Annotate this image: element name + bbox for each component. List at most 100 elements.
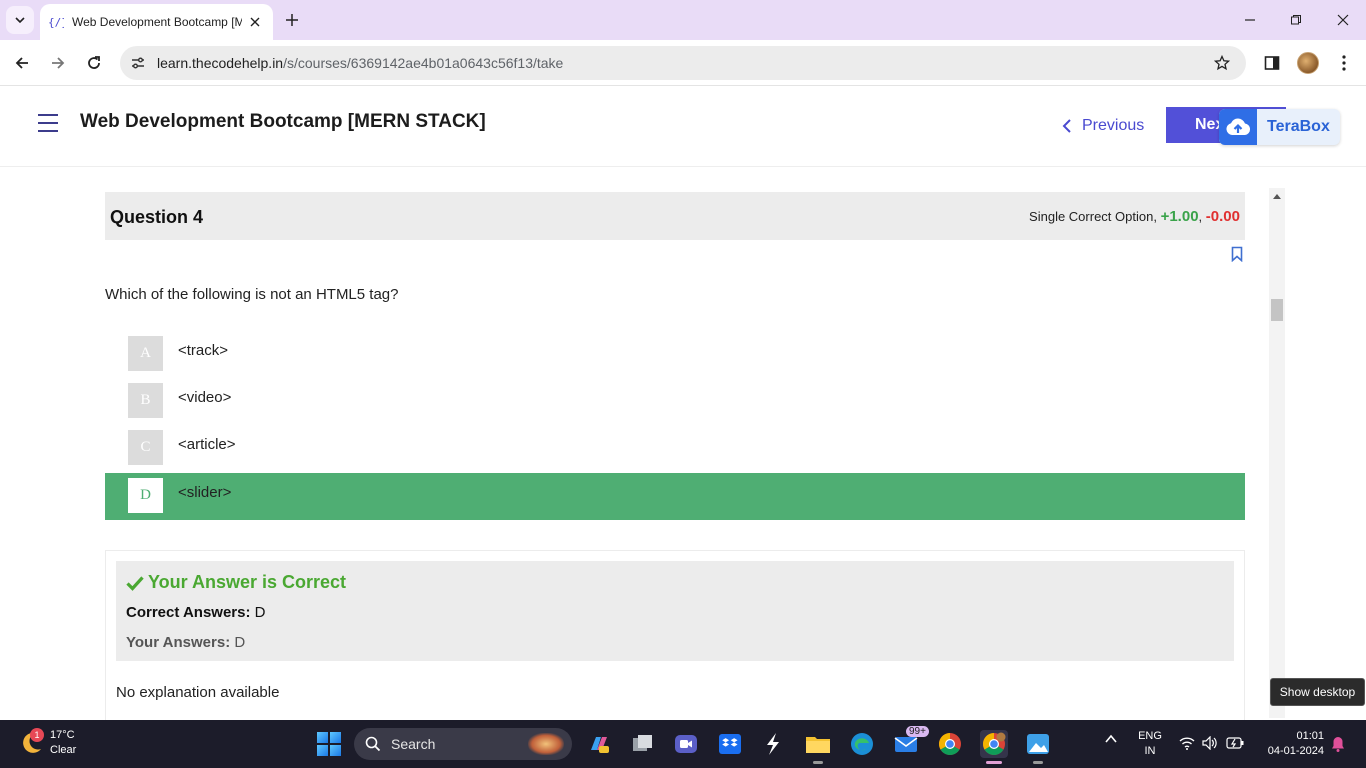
avatar xyxy=(1297,52,1319,74)
sidepanel-icon xyxy=(1264,56,1280,70)
task-view-icon[interactable] xyxy=(629,730,657,758)
positive-marks: +1.00 xyxy=(1160,208,1199,225)
question-header: Question 4 Single Correct Option, +1.00,… xyxy=(105,192,1245,240)
marking-type: Single Correct Option, xyxy=(1029,209,1157,224)
kebab-menu-icon xyxy=(1342,55,1346,71)
content-scrollbar[interactable] xyxy=(1269,188,1285,718)
weather-text: 17°C Clear xyxy=(50,728,76,758)
profile-button[interactable] xyxy=(1297,52,1319,74)
negative-marks: -0.00 xyxy=(1205,208,1240,225)
reload-button[interactable] xyxy=(82,51,106,75)
chrome-icon[interactable] xyxy=(936,730,964,758)
chrome-profile-icon[interactable] xyxy=(980,730,1008,764)
svg-text:{/}: {/} xyxy=(48,16,64,29)
show-hidden-icons[interactable] xyxy=(1104,732,1118,749)
bookmark-star-button[interactable] xyxy=(1212,53,1232,73)
edge-icon[interactable] xyxy=(848,730,876,758)
site-settings-icon[interactable] xyxy=(128,53,148,73)
option-text: <slider> xyxy=(178,484,232,501)
browser-tabstrip: {/} Web Development Bootcamp [M xyxy=(0,0,1366,40)
option-letter: A xyxy=(128,336,163,371)
chevron-left-icon xyxy=(1062,119,1071,133)
side-panel-button[interactable] xyxy=(1261,52,1283,74)
previous-button[interactable]: Previous xyxy=(1062,114,1144,138)
your-answers-value: D xyxy=(234,634,246,651)
option-text: <video> xyxy=(178,389,232,406)
explanation-text: No explanation available xyxy=(116,684,280,701)
maximize-icon xyxy=(1291,15,1301,25)
new-tab-button[interactable] xyxy=(282,10,302,30)
file-explorer-icon[interactable] xyxy=(804,730,832,764)
clock-time: 01:01 xyxy=(1296,730,1324,742)
search-highlight-icon xyxy=(528,733,564,755)
answer-result: Your Answer is Correct Correct Answers: … xyxy=(105,550,1245,720)
close-icon[interactable] xyxy=(247,14,263,30)
option-d[interactable]: D <slider> xyxy=(105,473,1245,520)
close-icon xyxy=(1337,14,1349,26)
question-title: Question 4 xyxy=(110,207,204,227)
terabox-widget[interactable]: TeraBox xyxy=(1219,109,1340,145)
hamburger-icon[interactable] xyxy=(38,114,58,132)
course-header: Web Development Bootcamp [MERN STACK] Pr… xyxy=(0,87,1366,167)
plus-icon xyxy=(286,14,298,26)
tab-search-button[interactable] xyxy=(6,6,34,34)
option-letter: C xyxy=(128,430,163,465)
taskbar-search[interactable]: Search xyxy=(354,728,572,760)
photos-icon[interactable] xyxy=(1024,730,1052,764)
option-letter: B xyxy=(128,383,163,418)
browser-menu-button[interactable] xyxy=(1333,52,1355,74)
dropbox-icon[interactable] xyxy=(716,730,744,758)
taskbar-clock[interactable]: 01:01 04-01-2024 xyxy=(1258,729,1324,759)
result-status: Your Answer is Correct xyxy=(126,572,346,593)
scroll-up-arrow-icon[interactable] xyxy=(1269,188,1285,204)
option-a[interactable]: A <track> xyxy=(105,331,1245,378)
clock-date: 04-01-2024 xyxy=(1267,745,1324,757)
language-top: ENG xyxy=(1138,730,1162,742)
browser-toolbar: learn.thecodehelp.in/s/courses/6369142ae… xyxy=(0,40,1366,86)
course-title: Web Development Bootcamp [MERN STACK] xyxy=(80,111,486,132)
back-arrow-icon xyxy=(15,57,28,69)
correct-answers-row: Correct Answers: D xyxy=(126,604,266,621)
search-icon xyxy=(365,736,381,752)
scrollbar-thumb[interactable] xyxy=(1271,299,1283,321)
windows-start-icon[interactable] xyxy=(317,732,341,756)
star-icon xyxy=(1214,55,1230,71)
close-window-button[interactable] xyxy=(1333,10,1353,30)
chevron-down-icon xyxy=(15,17,25,24)
running-indicator xyxy=(986,761,1002,764)
check-icon xyxy=(126,575,144,591)
weather-desc: Clear xyxy=(50,744,77,756)
option-c[interactable]: C <article> xyxy=(105,425,1245,472)
question-content: Question 4 Single Correct Option, +1.00,… xyxy=(0,168,1366,720)
language-indicator[interactable]: ENG IN xyxy=(1138,729,1162,759)
teams-meet-icon[interactable] xyxy=(672,730,700,758)
maximize-button[interactable] xyxy=(1286,10,1306,30)
mail-icon[interactable]: 99+ xyxy=(892,726,929,758)
mail-badge: 99+ xyxy=(906,726,929,737)
bookmark-icon[interactable] xyxy=(1230,246,1244,262)
moon-icon: 1 xyxy=(18,728,44,756)
forward-button[interactable] xyxy=(46,51,70,75)
sublime-like-icon[interactable] xyxy=(759,730,787,758)
previous-label: Previous xyxy=(1082,117,1145,134)
weather-widget[interactable]: 1 17°C Clear xyxy=(18,728,76,758)
language-bottom: IN xyxy=(1144,745,1156,757)
browser-tab-active[interactable]: {/} Web Development Bootcamp [M xyxy=(40,4,273,40)
chevron-up-icon xyxy=(1105,734,1117,743)
option-b[interactable]: B <video> xyxy=(105,378,1245,425)
notification-bell-icon[interactable] xyxy=(1331,736,1345,755)
taskbar: 1 17°C Clear Search 99+ ENG IN 01:01 04-… xyxy=(0,720,1366,768)
question-marking: Single Correct Option, +1.00, -0.00 xyxy=(1029,208,1240,225)
back-button[interactable] xyxy=(10,51,34,75)
copilot-icon[interactable] xyxy=(585,730,613,758)
volume-icon[interactable] xyxy=(1202,735,1218,753)
wifi-icon[interactable] xyxy=(1179,736,1195,753)
battery-icon[interactable] xyxy=(1226,736,1244,753)
minimize-icon xyxy=(1245,19,1255,21)
question-text: Which of the following is not an HTML5 t… xyxy=(105,286,399,303)
minimize-button[interactable] xyxy=(1240,10,1260,30)
option-text: <article> xyxy=(178,436,236,453)
address-bar[interactable]: learn.thecodehelp.in/s/courses/6369142ae… xyxy=(120,46,1246,80)
marks-separator: , xyxy=(1198,209,1203,224)
weather-badge: 1 xyxy=(30,728,44,742)
